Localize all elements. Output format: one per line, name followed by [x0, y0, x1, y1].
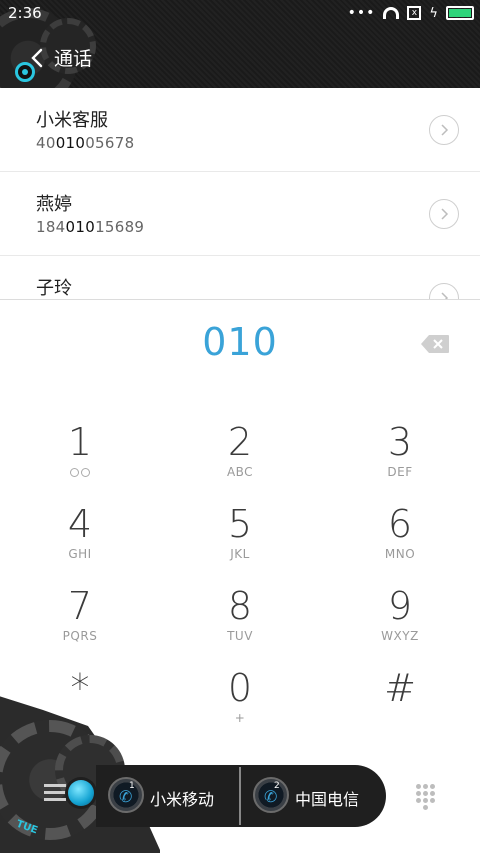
contact-row[interactable]: 小米客服 4001005678 — [0, 88, 480, 172]
number-suffix: 15689 — [95, 218, 145, 236]
number-suffix: 05678 — [85, 134, 135, 152]
contact-number: 4001005678 — [36, 134, 134, 152]
key-7[interactable]: 7 PQRS — [20, 586, 140, 666]
key-letters: WXYZ — [381, 629, 419, 643]
status-time: 2:36 — [8, 4, 42, 22]
status-icons: ••• x ϟ — [348, 5, 474, 21]
contact-name: 子玲 — [36, 278, 72, 299]
key-digit: 3 — [387, 420, 413, 464]
key-0[interactable]: 0 + — [180, 668, 300, 748]
no-sim-icon: x — [407, 6, 422, 20]
key-hash[interactable]: # — [340, 668, 460, 748]
contact-name: 小米客服 — [36, 110, 108, 131]
key-1[interactable]: 1 — [20, 422, 140, 502]
header-bar: 2:36 ••• x ϟ 通话 — [0, 0, 480, 88]
key-9[interactable]: 9 WXYZ — [340, 586, 460, 666]
theme-orb-icon — [68, 780, 94, 806]
key-8[interactable]: 8 TUV — [180, 586, 300, 666]
key-letters: DEF — [387, 465, 413, 479]
dial-input-area: 010 — [0, 300, 480, 390]
key-digit: # — [384, 666, 416, 710]
call-sim1-button[interactable]: ✆ 1 小米移动 — [96, 765, 239, 827]
contact-row[interactable]: 燕婷 18401015689 — [0, 172, 480, 256]
battery-icon — [446, 6, 474, 20]
key-letters: + — [234, 711, 246, 725]
dialpad-toggle-icon[interactable] — [414, 782, 438, 810]
number-prefix: 40 — [36, 134, 56, 152]
key-4[interactable]: 4 GHI — [20, 504, 140, 584]
matching-contacts-list: 小米客服 4001005678 燕婷 18401015689 子玲 — [0, 88, 480, 300]
key-2[interactable]: 2 ABC — [180, 422, 300, 502]
charging-icon: ϟ — [429, 5, 438, 21]
contact-detail-button[interactable] — [429, 283, 459, 300]
back-arrow-icon[interactable] — [26, 46, 50, 70]
voicemail-icon — [70, 467, 90, 477]
contact-detail-button[interactable] — [429, 115, 459, 145]
key-digit: 1 — [67, 420, 93, 464]
chevron-right-icon — [441, 208, 449, 220]
sim1-phone-icon: ✆ 1 — [108, 777, 144, 813]
key-3[interactable]: 3 DEF — [340, 422, 460, 502]
sim2-carrier-label: 中国电信 — [295, 790, 360, 809]
key-letters: PQRS — [62, 629, 98, 643]
key-letters: GHI — [68, 547, 92, 561]
key-digit: 4 — [67, 502, 93, 546]
key-letters: JKL — [230, 547, 250, 561]
sim-index: 2 — [274, 781, 280, 791]
key-letters: ABC — [226, 465, 254, 479]
key-6[interactable]: 6 MNO — [340, 504, 460, 584]
key-digit: 5 — [227, 502, 253, 546]
contact-row[interactable]: 子玲 — [0, 256, 480, 300]
key-digit: 9 — [387, 584, 413, 628]
key-5[interactable]: 5 JKL — [180, 504, 300, 584]
sim1-carrier-label: 小米移动 — [150, 790, 215, 809]
dialed-number-display[interactable]: 010 — [0, 320, 480, 364]
key-digit: 7 — [67, 584, 93, 628]
backspace-icon[interactable] — [420, 334, 450, 354]
call-sim2-button[interactable]: ✆ 2 中国电信 — [241, 765, 386, 827]
wifi-icon — [383, 7, 400, 19]
status-bar: 2:36 ••• x ϟ — [0, 0, 480, 28]
key-letters: TUV — [227, 629, 253, 643]
key-letters: MNO — [384, 547, 416, 561]
contact-name: 燕婷 — [36, 194, 72, 215]
number-match: 010 — [65, 218, 96, 236]
menu-icon[interactable] — [44, 784, 66, 802]
more-notifications-icon: ••• — [347, 5, 376, 21]
key-digit: 8 — [227, 584, 253, 628]
chevron-right-icon — [441, 124, 449, 136]
key-digit: 6 — [387, 502, 413, 546]
sim2-phone-icon: ✆ 2 — [253, 777, 289, 813]
sim-index: 1 — [129, 781, 135, 791]
number-prefix: 184 — [36, 218, 66, 236]
key-digit: 0 — [227, 666, 253, 710]
page-title: 通话 — [54, 48, 93, 70]
number-match: 010 — [55, 134, 86, 152]
contact-detail-button[interactable] — [429, 199, 459, 229]
dialer-screen: 2:36 ••• x ϟ 通话 小米客服 4001005678 燕婷 18401… — [0, 0, 480, 853]
contact-number: 18401015689 — [36, 218, 144, 236]
key-digit: 2 — [227, 420, 253, 464]
